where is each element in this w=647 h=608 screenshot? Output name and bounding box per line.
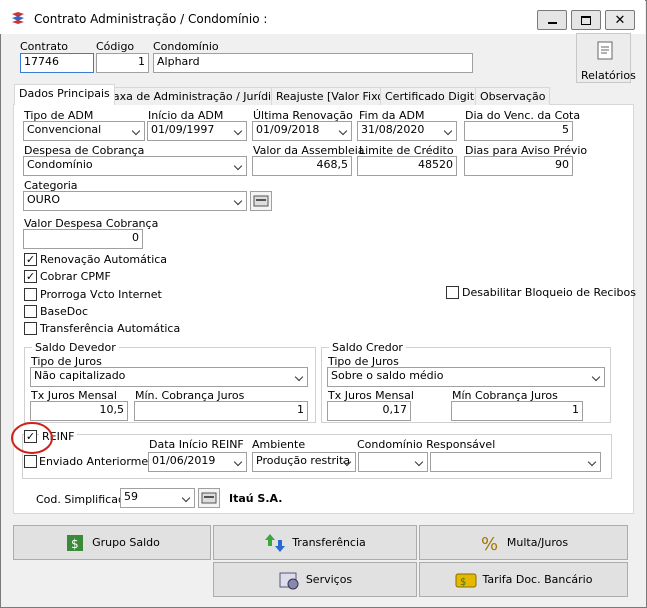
desabilitar-bloqueio-checkbox[interactable] [446, 286, 459, 299]
sd-tipo-juros-select[interactable]: Não capitalizado [30, 367, 308, 387]
percent-icon: % [481, 534, 498, 554]
codigo-label: Código [96, 40, 135, 53]
tarifa-doc-bancario-label: Tarifa Doc. Bancário [482, 573, 593, 586]
inicio-adm-date[interactable]: 01/09/1997 [147, 121, 247, 141]
multa-juros-label: Multa/Juros [506, 536, 569, 549]
cod-simplificado-label: Cod. Simplificado [36, 493, 132, 506]
ultima-renovacao-date[interactable]: 01/09/2018 [252, 121, 352, 141]
maximize-button[interactable] [571, 10, 601, 30]
cod-simplificado-lookup-button[interactable] [198, 488, 220, 508]
servicos-label: Serviços [305, 573, 353, 586]
transferencia-automatica-label: Transferência Automática [40, 322, 181, 335]
sd-tx-juros-input[interactable]: 10,5 [30, 401, 128, 421]
sd-min-cobranca-input[interactable]: 1 [134, 401, 308, 421]
services-icon [279, 572, 299, 589]
valor-despesa-cobranca-input[interactable]: 0 [23, 229, 143, 249]
categoria-lookup-button[interactable] [250, 191, 272, 211]
renovacao-automatica-label: Renovação Automática [40, 253, 168, 266]
sc-tx-juros-input[interactable]: 0,17 [327, 401, 411, 421]
prorroga-checkbox[interactable] [24, 288, 37, 301]
app-icon [10, 11, 26, 25]
valor-assembleia-input[interactable]: 468,5 [252, 156, 352, 176]
close-icon: ✕ [614, 12, 626, 28]
multa-juros-button[interactable]: % Multa/Juros [419, 525, 628, 560]
cobrar-cpmf-label: Cobrar CPMF [40, 270, 111, 283]
prorroga-label: Prorroga Vcto Internet [40, 288, 162, 301]
tab-taxa-administracao[interactable]: Taxa de Administração / Jurídico [103, 87, 289, 105]
enviado-anteriormente-checkbox[interactable] [24, 455, 37, 468]
saldo-credor-title: Saldo Credor [329, 341, 406, 354]
sc-min-cobranca-input[interactable]: 1 [451, 401, 583, 421]
ambiente-label: Ambiente [252, 438, 306, 451]
basedoc-label: BaseDoc [40, 305, 89, 318]
sc-tipo-juros-select[interactable]: Sobre o saldo médio [327, 367, 605, 387]
minimize-button[interactable] [537, 10, 567, 30]
contrato-input[interactable]: 17746 [20, 53, 94, 73]
grupo-saldo-button[interactable]: $ Grupo Saldo [13, 525, 211, 560]
bank-name: Itaú S.A. [229, 492, 283, 505]
contrato-label: Contrato [20, 40, 69, 53]
svg-text:$: $ [460, 577, 466, 588]
tab-dados-principais[interactable]: Dados Principais [14, 84, 115, 105]
ambiente-select[interactable]: Produção restrita [252, 452, 356, 472]
saldo-devedor-title: Saldo Devedor [32, 341, 119, 354]
close-button[interactable]: ✕ [605, 10, 635, 30]
money-icon: $ [67, 534, 84, 551]
tipo-adm-select[interactable]: Convencional [23, 121, 145, 141]
transferencia-button[interactable]: Transferência [213, 525, 417, 560]
bank-card-icon: $ [455, 573, 477, 588]
basedoc-checkbox[interactable] [24, 305, 37, 318]
dia-venc-input[interactable]: 5 [464, 121, 573, 141]
annotation-circle [11, 422, 53, 454]
minimize-icon [547, 22, 557, 24]
data-inicio-reinf-label: Data Início REINF [149, 438, 244, 451]
grupo-saldo-label: Grupo Saldo [92, 536, 160, 549]
tab-reajuste[interactable]: Reajuste [Valor Fixo] [271, 87, 394, 105]
servicos-button[interactable]: Serviços [213, 562, 417, 597]
tab-observacao[interactable]: Observação [475, 87, 551, 105]
dias-aviso-input[interactable]: 90 [464, 156, 573, 176]
data-inicio-reinf-date[interactable]: 01/06/2019 [148, 452, 247, 472]
svg-text:%: % [481, 534, 498, 554]
tab-certificado[interactable]: Certificado Digital [380, 87, 489, 105]
transferencia-automatica-checkbox[interactable] [24, 322, 37, 335]
lookup-icon [253, 195, 269, 207]
condominio-responsavel-label: Condomínio Responsável [357, 438, 496, 451]
svg-text:$: $ [71, 537, 79, 551]
fim-adm-date[interactable]: 31/08/2020 [357, 121, 457, 141]
transfer-arrows-icon [265, 533, 286, 552]
relatorios-button[interactable]: Relatórios [576, 33, 636, 83]
condominio-responsavel-name-select[interactable] [430, 452, 601, 472]
window-title: Contrato Administração / Condomínio : [34, 12, 268, 26]
condominio-label: Condomínio [153, 40, 219, 53]
desabilitar-bloqueio-label: Desabilitar Bloqueio de Recibos [462, 286, 636, 299]
renovacao-automatica-checkbox[interactable]: ✓ [24, 253, 37, 266]
maximize-icon [581, 15, 591, 25]
lookup-icon [201, 492, 217, 504]
cobrar-cpmf-checkbox[interactable]: ✓ [24, 270, 37, 283]
title-bar: Contrato Administração / Condomínio : ✕ [0, 0, 645, 34]
transferencia-label: Transferência [292, 536, 366, 549]
tarifa-doc-bancario-button[interactable]: $ Tarifa Doc. Bancário [419, 562, 628, 597]
condominio-input[interactable]: Alphard [153, 53, 473, 73]
despesa-cobranca-select[interactable]: Condomínio [23, 156, 247, 176]
codigo-input[interactable]: 1 [96, 53, 149, 73]
limite-credito-input[interactable]: 48520 [357, 156, 457, 176]
report-icon [597, 41, 613, 60]
relatorios-label: Relatórios [581, 69, 636, 82]
cod-simplificado-select[interactable]: 59 [120, 488, 195, 508]
categoria-select[interactable]: OURO [23, 191, 247, 211]
condominio-responsavel-code-select[interactable] [358, 452, 428, 472]
